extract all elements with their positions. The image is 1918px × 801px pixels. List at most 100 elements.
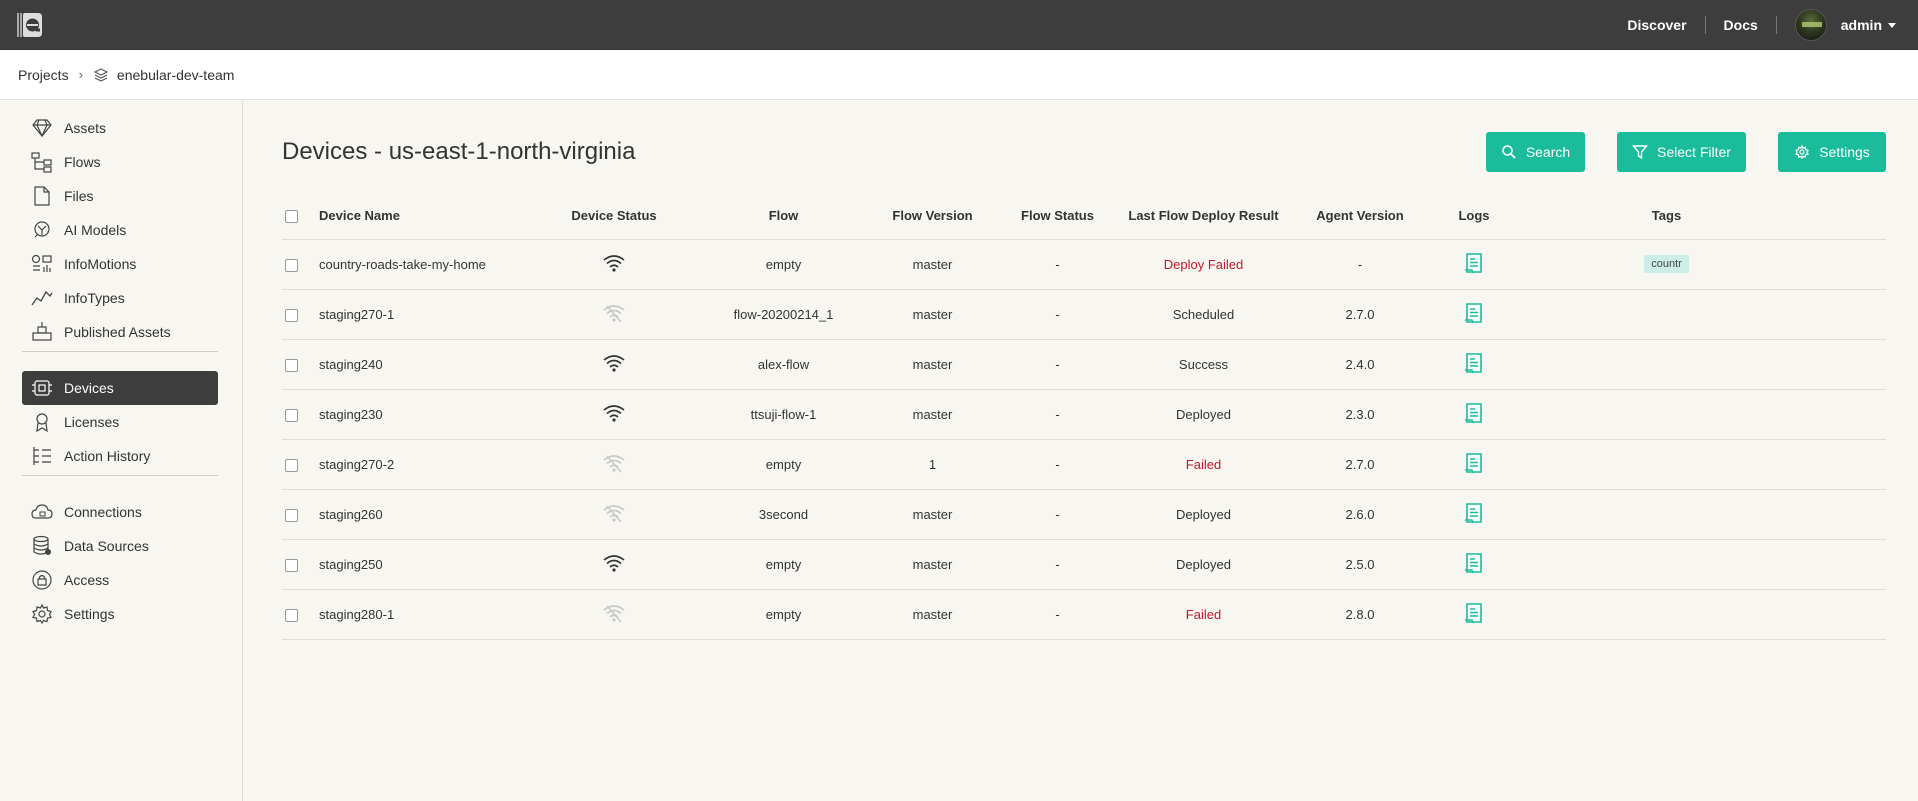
device-name[interactable]: country-roads-take-my-home (319, 239, 527, 290)
table-row[interactable]: staging270-1 flow-20200214_1 master - Schedu… (282, 289, 1886, 340)
breadcrumb-project[interactable]: enebular-dev-team (117, 67, 235, 83)
row-checkbox[interactable] (285, 508, 298, 522)
flow-version: master (866, 239, 999, 290)
sidebar-item-ai-models[interactable]: AI Models (22, 213, 218, 247)
flow-name[interactable]: flow-20200214_1 (701, 289, 866, 340)
device-name[interactable]: staging250 (319, 539, 527, 590)
agent-version: 2.7.0 (1291, 439, 1429, 490)
select-all-checkbox[interactable] (285, 210, 298, 224)
row-checkbox[interactable] (285, 408, 298, 422)
user-name: admin (1840, 17, 1882, 33)
device-status-cell (527, 589, 701, 640)
select-filter-button-label: Select Filter (1657, 144, 1731, 160)
tag-badge[interactable]: countr (1644, 255, 1689, 273)
sidebar-item-devices[interactable]: Devices (22, 371, 218, 405)
table-row[interactable]: staging230 ttsuji-flow-1 master - Deployed 2.… (282, 389, 1886, 440)
column-header-flow[interactable]: Flow (701, 193, 866, 240)
file-icon (34, 186, 50, 206)
sidebar-item-label: Flows (64, 154, 101, 170)
gear-icon (1795, 144, 1810, 160)
row-checkbox[interactable] (285, 258, 298, 272)
sidebar-item-infomotions[interactable]: InfoMotions (22, 247, 218, 281)
flow-name[interactable]: empty (701, 439, 866, 490)
sidebar-item-data-sources[interactable]: Data Sources (22, 529, 218, 563)
top-nav: Discover Docs admin (1627, 0, 1896, 50)
device-name[interactable]: staging260 (319, 489, 527, 540)
sidebar-item-infotypes[interactable]: InfoTypes (22, 281, 218, 315)
flow-name[interactable]: empty (701, 239, 866, 290)
table-row[interactable]: staging260 3second master - Deployed 2.6.0 (282, 489, 1886, 540)
log-icon[interactable] (1464, 252, 1484, 277)
search-button[interactable]: Search (1486, 132, 1585, 172)
tags-cell (1519, 539, 1814, 590)
flow-version: master (866, 539, 999, 590)
breadcrumb-projects[interactable]: Projects (18, 67, 69, 83)
sidebar-item-access[interactable]: Access (22, 563, 218, 597)
sidebar-item-assets[interactable]: Assets (22, 111, 218, 145)
gear-icon (32, 603, 52, 625)
docs-link[interactable]: Docs (1724, 17, 1758, 33)
device-name[interactable]: staging270-1 (319, 289, 527, 340)
device-name[interactable]: staging230 (319, 389, 527, 440)
table-row[interactable]: staging240 alex-flow master - Success 2.4.0 (282, 339, 1886, 390)
deploy-result: Failed (1116, 589, 1291, 640)
flow-name[interactable]: ttsuji-flow-1 (701, 389, 866, 440)
sidebar-item-flows[interactable]: Flows (22, 145, 218, 179)
row-checkbox[interactable] (285, 608, 298, 622)
sidebar-item-settings[interactable]: Settings (22, 597, 218, 631)
flow-name[interactable]: empty (701, 589, 866, 640)
sidebar-item-files[interactable]: Files (22, 179, 218, 213)
device-name[interactable]: staging240 (319, 339, 527, 390)
row-checkbox[interactable] (285, 308, 298, 322)
table-row[interactable]: staging280-1 empty master - Failed 2.8.0 (282, 589, 1886, 640)
sidebar-item-published-assets[interactable]: Published Assets (22, 315, 218, 349)
log-icon[interactable] (1464, 452, 1484, 477)
table-row[interactable]: country-roads-take-my-home empty master - De… (282, 239, 1886, 290)
wifi-icon (602, 253, 626, 276)
column-header-flow-status[interactable]: Flow Status (999, 193, 1116, 240)
settings-button[interactable]: Settings (1778, 132, 1886, 172)
deploy-result: Deployed (1116, 539, 1291, 590)
log-icon[interactable] (1464, 352, 1484, 377)
flow-name[interactable]: alex-flow (701, 339, 866, 390)
flow-name[interactable]: 3second (701, 489, 866, 540)
row-checkbox[interactable] (285, 458, 298, 472)
log-icon[interactable] (1464, 502, 1484, 527)
flow-status: - (999, 239, 1116, 290)
column-header-device-status[interactable]: Device Status (527, 193, 701, 240)
sidebar-item-label: Licenses (64, 414, 120, 430)
device-status-cell (527, 289, 701, 340)
row-checkbox[interactable] (285, 358, 298, 372)
column-header-device-name[interactable]: Device Name (319, 193, 527, 240)
lock-icon (32, 570, 52, 590)
row-checkbox[interactable] (285, 558, 298, 572)
tags-cell (1519, 389, 1814, 440)
table-row[interactable]: staging250 empty master - Deployed 2.5.0 (282, 539, 1886, 590)
tags-cell (1519, 439, 1814, 490)
log-icon[interactable] (1464, 302, 1484, 327)
sidebar-item-action-history[interactable]: Action History (22, 439, 218, 473)
table-row[interactable]: staging270-2 empty 1- Failed 2.7.0 (282, 439, 1886, 490)
column-header-agent-version[interactable]: Agent Version (1291, 193, 1429, 240)
logs-cell (1429, 239, 1519, 290)
deploy-result: Deployed (1116, 489, 1291, 540)
log-icon[interactable] (1464, 402, 1484, 427)
select-filter-button[interactable]: Select Filter (1617, 132, 1746, 172)
discover-link[interactable]: Discover (1627, 17, 1686, 33)
column-header-last-deploy-result[interactable]: Last Flow Deploy Result (1116, 193, 1291, 240)
column-header-flow-version[interactable]: Flow Version (866, 193, 999, 240)
logs-cell (1429, 439, 1519, 490)
flow-status: - (999, 389, 1116, 440)
user-menu[interactable]: admin (1841, 17, 1896, 33)
avatar[interactable] (1794, 9, 1827, 41)
log-icon[interactable] (1464, 552, 1484, 577)
flow-name[interactable]: empty (701, 539, 866, 590)
enebular-logo[interactable] (14, 9, 46, 41)
log-icon[interactable] (1464, 602, 1484, 627)
sidebar-item-licenses[interactable]: Licenses (22, 405, 218, 439)
device-status-cell (527, 539, 701, 590)
settings-button-label: Settings (1819, 144, 1870, 160)
sidebar-item-connections[interactable]: Connections (22, 495, 218, 529)
device-name[interactable]: staging270-2 (319, 439, 527, 490)
device-name[interactable]: staging280-1 (319, 589, 527, 640)
